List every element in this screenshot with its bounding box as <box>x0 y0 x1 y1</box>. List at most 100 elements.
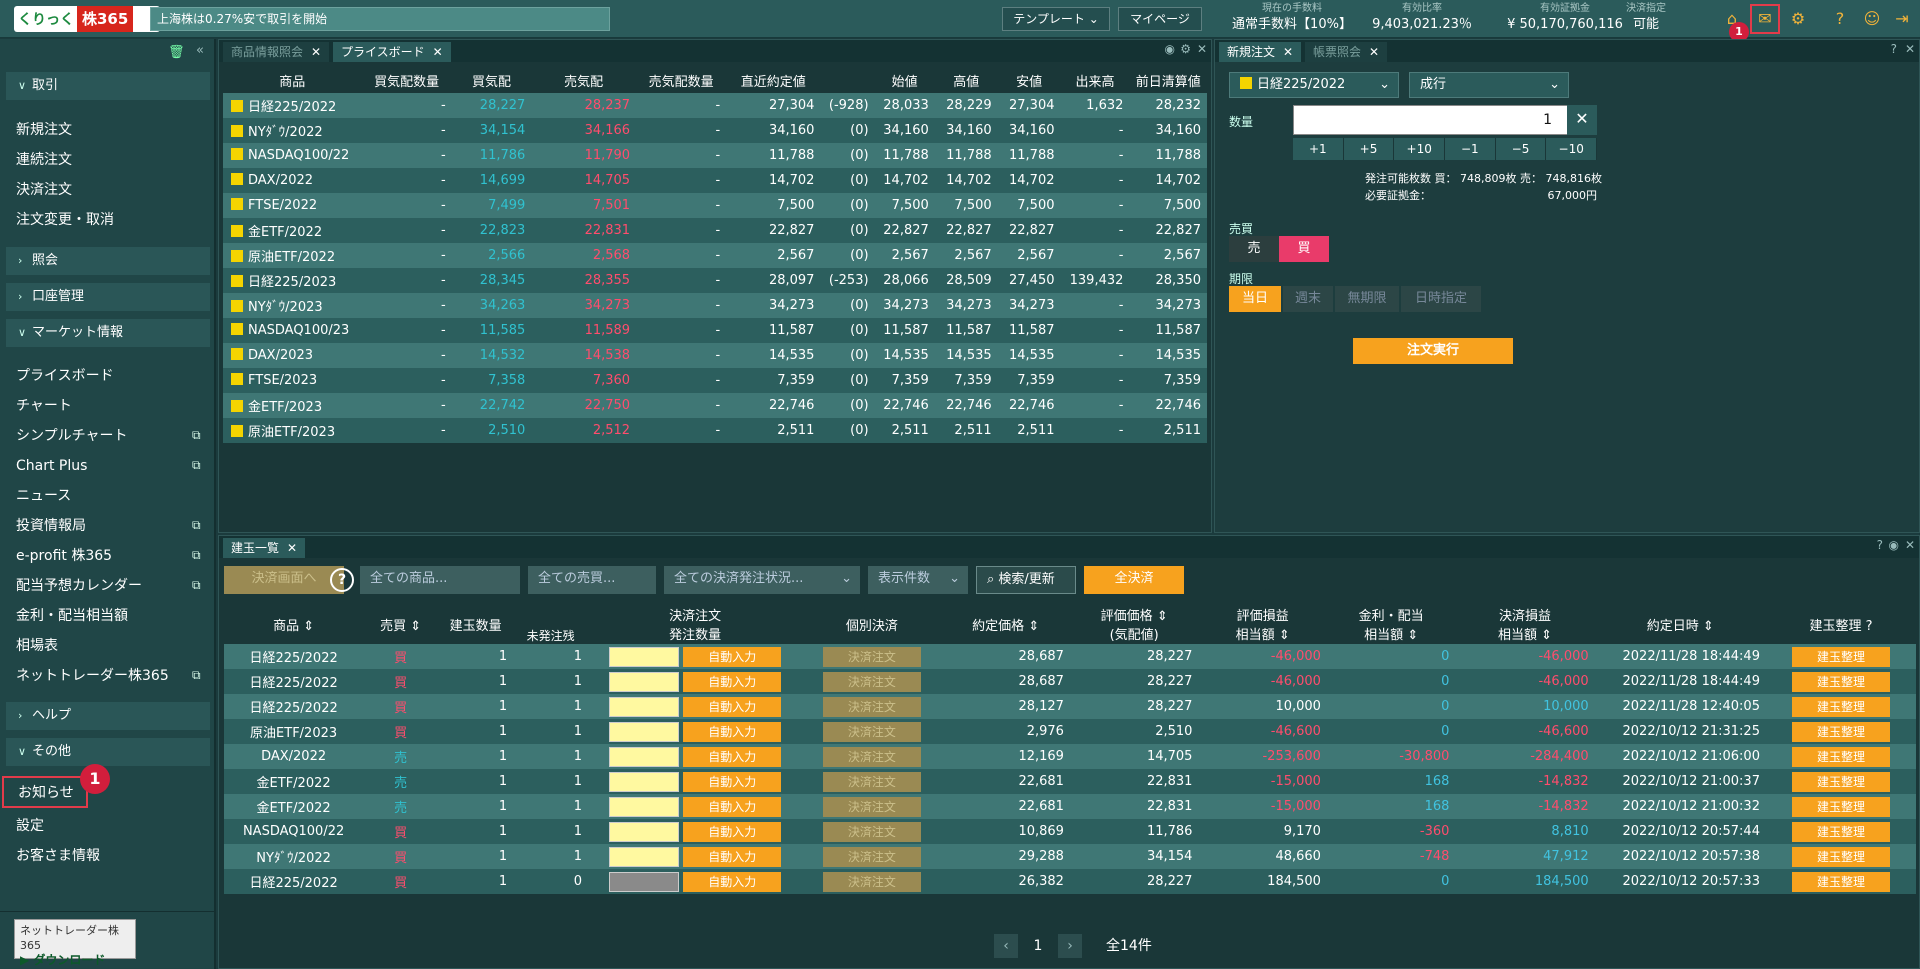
close-icon[interactable]: ✕ <box>433 45 443 59</box>
nav-new-order[interactable]: 新規注文 <box>16 120 72 140</box>
help-icon[interactable]: ? <box>1891 42 1897 56</box>
logout-icon[interactable]: ⇥ <box>1890 7 1914 31</box>
close-icon[interactable]: ✕ <box>287 541 297 555</box>
col-contract[interactable]: 約定価格 ⇕ <box>941 604 1070 644</box>
settle-order-button[interactable]: 決済注文 <box>822 696 921 717</box>
settle-order-button[interactable]: 決済注文 <box>822 671 921 692</box>
qty-step-button[interactable]: +10 <box>1394 138 1446 160</box>
qty-input[interactable]: 1 <box>1293 105 1597 135</box>
nav-customer-info[interactable]: お客さま情報 <box>16 846 100 866</box>
nav-interest-dividend[interactable]: 金利・配当相当額 <box>16 606 128 626</box>
organize-button[interactable]: 建玉整理 <box>1791 771 1890 792</box>
side-filter[interactable]: 全ての売買... <box>528 566 656 594</box>
help-icon[interactable]: ? <box>1877 538 1883 552</box>
qty-step-button[interactable]: −5 <box>1495 138 1547 160</box>
organize-button[interactable]: 建玉整理 <box>1791 746 1890 767</box>
product-filter[interactable]: 全ての商品... <box>360 566 520 594</box>
nav-market-table[interactable]: 相場表 <box>16 636 58 656</box>
settle-order-button[interactable]: 決済注文 <box>822 796 921 817</box>
order-qty-input[interactable] <box>609 646 680 667</box>
collapse-icon[interactable]: « <box>196 43 204 58</box>
order-type-select[interactable]: 成行 ⌄ <box>1409 72 1569 98</box>
tab-report[interactable]: 帳票照会 ✕ <box>1305 42 1388 62</box>
section-other[interactable]: ∨ その他 <box>6 738 210 766</box>
nav-chart[interactable]: チャート <box>16 396 72 416</box>
period-datetime[interactable]: 日時指定 <box>1401 286 1481 312</box>
qty-step-button[interactable]: −1 <box>1445 138 1496 160</box>
brand-logo[interactable]: くりっく 株365 <box>14 6 160 32</box>
auto-fill-button[interactable]: 自動入力 <box>683 821 782 842</box>
status-filter[interactable]: 全ての決済発注状況... ⌄ <box>664 566 860 594</box>
close-icon[interactable]: ✕ <box>1197 42 1207 56</box>
trash-icon[interactable]: 🗑 <box>168 45 185 60</box>
order-qty-input[interactable] <box>609 721 680 742</box>
qty-step-button[interactable]: −10 <box>1546 138 1598 160</box>
auto-fill-button[interactable]: 自動入力 <box>683 871 782 892</box>
auto-fill-button[interactable]: 自動入力 <box>683 846 782 867</box>
next-page-button[interactable]: › <box>1058 934 1082 958</box>
table-row[interactable]: DAX/2023 - 14,532 14,538 - 14,535 (0) 14,535 14,… <box>223 343 1207 368</box>
mypage-button[interactable]: マイページ <box>1118 7 1202 31</box>
table-row[interactable]: 日経225/2023 - 28,345 28,355 - 28,097 (-253) 28,0… <box>223 268 1207 293</box>
nav-modify-cancel[interactable]: 注文変更・取消 <box>16 210 114 230</box>
auto-fill-button[interactable]: 自動入力 <box>683 696 782 717</box>
execute-order-button[interactable]: 注文実行 <box>1353 338 1513 364</box>
order-qty-input[interactable] <box>609 796 680 817</box>
nav-eprofit[interactable]: e-profit 株365 <box>16 546 112 566</box>
close-icon[interactable]: ✕ <box>1283 45 1293 59</box>
table-row[interactable]: FTSE/2023 - 7,358 7,360 - 7,359 (0) 7,359 7,359 7… <box>223 368 1207 393</box>
close-icon[interactable]: ✕ <box>311 45 321 59</box>
tab-priceboard[interactable]: プライスボード ✕ <box>333 42 451 62</box>
table-row[interactable]: 日経225/2022 買 1 1 自動入力 決済注文 28,687 28,227 -46,00… <box>224 644 1916 669</box>
nav-settings[interactable]: 設定 <box>16 816 44 836</box>
organize-button[interactable]: 建玉整理 <box>1791 646 1890 667</box>
organize-button[interactable]: 建玉整理 <box>1791 721 1890 742</box>
news-ticker[interactable]: 上海株は0.27%安で取引を開始 <box>150 7 610 31</box>
gear-icon[interactable]: ⚙ <box>1786 7 1810 31</box>
col-settle-pl[interactable]: 決済損益 相当額 ⇕ <box>1455 604 1595 644</box>
table-row[interactable]: 日経225/2022 買 1 1 自動入力 決済注文 28,127 28,227 10,000… <box>224 694 1916 719</box>
col-side[interactable]: 売買 ⇕ <box>363 604 439 644</box>
order-qty-input[interactable] <box>609 871 680 892</box>
col-product[interactable]: 商品 ⇕ <box>224 604 364 644</box>
settle-order-button[interactable]: 決済注文 <box>822 771 921 792</box>
sell-toggle[interactable]: 売 <box>1229 236 1279 262</box>
nav-notices[interactable]: お知らせ <box>2 776 88 808</box>
tab-positions[interactable]: 建玉一覧 ✕ <box>223 538 306 558</box>
table-row[interactable]: NASDAQ100/22 - 11,786 11,790 - 11,788 (0) 11,78… <box>223 143 1207 168</box>
section-account[interactable]: › 口座管理 <box>6 283 210 311</box>
buy-toggle[interactable]: 買 <box>1279 236 1329 262</box>
col-pl[interactable]: 評価損益 相当額 ⇕ <box>1198 604 1327 644</box>
eye-icon[interactable]: ◉ <box>1889 538 1899 552</box>
organize-button[interactable]: 建玉整理 <box>1791 696 1890 717</box>
auto-fill-button[interactable]: 自動入力 <box>683 796 782 817</box>
auto-fill-button[interactable]: 自動入力 <box>683 721 782 742</box>
order-qty-input[interactable] <box>609 671 680 692</box>
nav-investment-info[interactable]: 投資情報局 <box>16 516 86 536</box>
nav-news[interactable]: ニュース <box>16 486 71 506</box>
table-row[interactable]: 日経225/2022 買 1 0 自動入力 決済注文 26,382 28,227 184,50… <box>224 869 1916 894</box>
table-row[interactable]: NASDAQ100/22 買 1 1 自動入力 決済注文 10,869 11,786 9,17… <box>224 819 1916 844</box>
qty-step-button[interactable]: +5 <box>1343 138 1395 160</box>
gear-icon[interactable]: ⚙ <box>1180 42 1191 56</box>
clear-qty-icon[interactable]: ✕ <box>1567 105 1597 135</box>
table-row[interactable]: 日経225/2022 - 28,227 28,237 - 27,304 (-928) 28,0… <box>223 93 1207 118</box>
period-weekend[interactable]: 週末 <box>1283 286 1333 312</box>
nav-simple-chart[interactable]: シンプルチャート <box>16 426 127 446</box>
auto-fill-button[interactable]: 自動入力 <box>683 646 782 667</box>
tab-new-order[interactable]: 新規注文 ✕ <box>1219 42 1302 62</box>
prev-page-button[interactable]: ‹ <box>994 934 1018 958</box>
help-icon[interactable]: ? <box>330 568 354 592</box>
settle-screen-button[interactable]: 決済画面へ <box>224 566 344 594</box>
order-qty-input[interactable] <box>609 846 680 867</box>
search-button[interactable]: ⌕ 検索/更新 <box>976 566 1076 594</box>
nav-dividend-calendar[interactable]: 配当予想カレンダー <box>16 576 142 596</box>
settle-order-button[interactable]: 決済注文 <box>822 721 921 742</box>
symbol-select[interactable]: 日経225/2022 ⌄ <box>1229 72 1399 98</box>
table-row[interactable]: 原油ETF/2023 買 1 1 自動入力 決済注文 2,976 2,510 -46,600 0… <box>224 719 1916 744</box>
nav-net-trader[interactable]: ネットトレーダー株365 <box>16 666 169 686</box>
table-row[interactable]: 日経225/2022 買 1 1 自動入力 決済注文 28,687 28,227 -46,00… <box>224 669 1916 694</box>
organize-button[interactable]: 建玉整理 <box>1791 821 1890 842</box>
order-qty-input[interactable] <box>609 821 680 842</box>
section-help[interactable]: › ヘルプ <box>6 702 210 730</box>
